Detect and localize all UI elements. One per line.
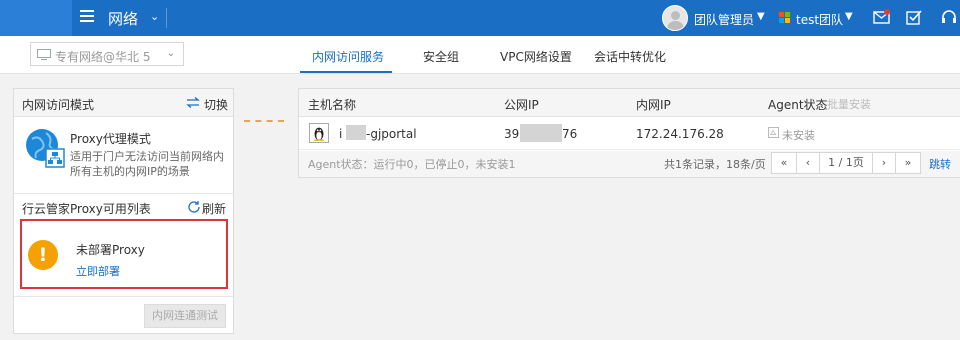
refresh-icon[interactable]	[188, 201, 200, 213]
user-menu[interactable]: 团队管理员	[694, 11, 754, 28]
vpc-icon	[37, 49, 51, 60]
proxy-mode-description: 适用于门户无法访问当前网络内所有主机的内网IP的场景	[70, 150, 224, 178]
table-row[interactable]: i -gjportal 39 76 172.24.176.28 未安装	[299, 118, 960, 150]
host-table: 主机名称 公网IP 内网IP Agent状态 批量安装 i -gjportal …	[298, 88, 960, 178]
chevron-down-icon[interactable]: ▼	[757, 11, 765, 22]
last-page-button[interactable]: »	[895, 152, 921, 174]
connector-line	[244, 120, 284, 122]
prev-page-button[interactable]: ‹	[796, 152, 820, 174]
connectivity-test-button[interactable]: 内网连通测试	[144, 304, 226, 328]
pagination: « ‹ 1 / 1页 › »	[771, 152, 921, 174]
record-count: 共1条记录，18条/页	[664, 158, 766, 171]
jump-button[interactable]: 跳转	[929, 156, 951, 172]
active-tab-indicator	[300, 71, 392, 73]
switch-button[interactable]: 切换	[204, 96, 228, 113]
agent-summary: Agent状态：运行中0，已停止0，未安装1	[308, 158, 516, 171]
access-mode-panel: 内网访问模式 切换 Proxy代理模式 适用于门户无法访问当前网络内所有主机的内…	[13, 88, 234, 334]
agent-status-icon	[768, 127, 779, 138]
agent-status: 未安装	[782, 129, 815, 142]
proxy-mode-title: Proxy代理模式	[70, 132, 151, 146]
divider	[166, 8, 167, 28]
column-header-host: 主机名称	[308, 98, 357, 112]
tab-session-relay[interactable]: 会话中转优化	[594, 48, 666, 65]
host-name[interactable]: -gjportal	[366, 127, 417, 141]
column-header-private-ip: 内网IP	[636, 98, 671, 112]
tab-intranet-access[interactable]: 内网访问服务	[312, 48, 384, 65]
divider	[14, 296, 233, 297]
table-header: 主机名称 公网IP 内网IP Agent状态 批量安装	[299, 89, 960, 117]
batch-install-button[interactable]: 批量安装	[827, 96, 871, 112]
chevron-down-icon[interactable]: ⌄	[150, 10, 159, 23]
message-icon[interactable]	[873, 9, 891, 25]
proxy-list-title: 行云管家Proxy可用列表	[22, 202, 151, 216]
divider	[14, 193, 233, 194]
linux-icon	[309, 123, 329, 143]
page-indicator: 1 / 1页	[819, 152, 873, 174]
warning-title: 未部署Proxy	[76, 243, 145, 257]
avatar[interactable]	[662, 5, 688, 31]
tab-security-group[interactable]: 安全组	[423, 48, 459, 65]
private-ip: 172.24.176.28	[636, 127, 724, 141]
tab-vpc-settings[interactable]: VPC网络设置	[500, 48, 572, 65]
sub-toolbar: 专有网络@华北 5 ⌄ 内网访问服务 安全组 VPC网络设置 会话中转优化	[0, 36, 960, 74]
top-navigation-bar: 网络 ⌄ 团队管理员 ▼ test团队 ▼	[0, 0, 960, 36]
task-icon[interactable]	[905, 8, 923, 26]
chevron-down-icon[interactable]: ▼	[845, 11, 853, 22]
panel-title: 内网访问模式	[22, 98, 95, 112]
panel-header: 内网访问模式 切换	[14, 89, 233, 117]
team-menu[interactable]: test团队	[796, 11, 843, 28]
public-ip-suffix: 76	[562, 127, 578, 141]
menu-icon[interactable]	[80, 10, 94, 24]
page-title: 网络	[108, 10, 139, 28]
first-page-button[interactable]: «	[771, 152, 797, 174]
network-select-value: 专有网络@华北 5	[55, 50, 151, 64]
deploy-now-link[interactable]: 立即部署	[76, 263, 120, 279]
column-header-agent: Agent状态	[768, 98, 828, 112]
next-page-button[interactable]: ›	[872, 152, 896, 174]
redacted-text	[346, 125, 366, 140]
chevron-down-icon: ⌄	[166, 48, 175, 59]
switch-icon[interactable]	[186, 97, 200, 108]
refresh-button[interactable]: 刷新	[202, 200, 226, 217]
public-ip-prefix: 39	[504, 127, 520, 141]
globe-icon	[26, 129, 65, 168]
no-proxy-warning: ! 未部署Proxy 立即部署	[20, 219, 228, 289]
table-footer: Agent状态：运行中0，已停止0，未安装1 共1条记录，18条/页 « ‹ 1…	[299, 151, 960, 177]
exclamation-icon: !	[28, 240, 58, 270]
brand-logo[interactable]	[0, 0, 72, 36]
network-select[interactable]: 专有网络@华北 5 ⌄	[30, 42, 184, 66]
redacted-text	[520, 124, 562, 142]
team-icon	[779, 12, 791, 24]
headset-icon[interactable]	[940, 8, 958, 26]
host-name-prefix: i	[339, 127, 343, 141]
column-header-public-ip: 公网IP	[504, 98, 539, 112]
